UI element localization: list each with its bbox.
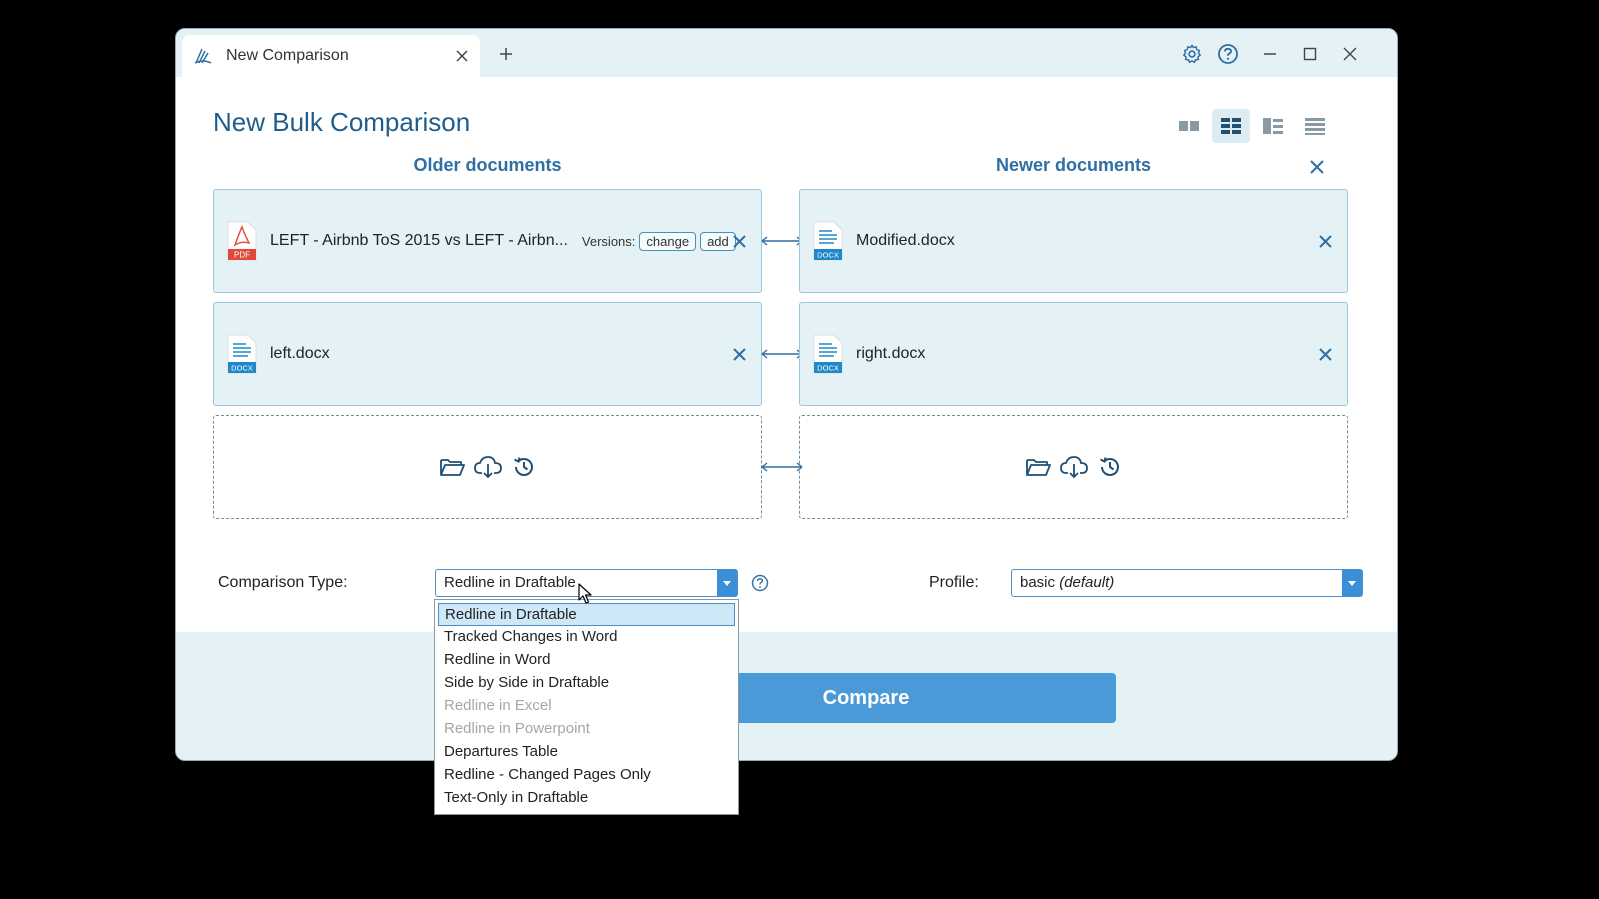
profile-select[interactable]: basic (default): [1011, 569, 1363, 597]
docx-file-type-label: DOCX: [231, 364, 253, 373]
older-document-name: left.docx: [270, 345, 330, 362]
history-icon[interactable]: [510, 453, 538, 481]
close-window-icon[interactable]: [1337, 41, 1363, 67]
dropdown-option[interactable]: Side by Side in Draftable: [438, 672, 735, 695]
newer-document-name: Modified.docx: [856, 232, 955, 249]
dropdown-option-disabled: Redline in Powerpoint: [444, 720, 590, 737]
close-tab-icon[interactable]: [450, 44, 474, 68]
pair-link-arrow-icon: [761, 462, 803, 472]
chevron-down-icon[interactable]: [1342, 570, 1362, 596]
tab-new-comparison[interactable]: New Comparison: [182, 35, 480, 77]
dropdown-option[interactable]: Redline - Changed Pages Only: [438, 764, 735, 787]
page-title: New Bulk Comparison: [213, 107, 471, 137]
newer-document-card[interactable]: DOCX right.docx: [799, 302, 1348, 406]
dropdown-option[interactable]: Redline in Draftable: [438, 603, 735, 626]
pdf-file-type-label: PDF: [234, 251, 250, 260]
new-tab-icon[interactable]: [494, 42, 518, 66]
maximize-icon[interactable]: [1297, 41, 1323, 67]
profile-value-suffix: (default): [1059, 574, 1115, 591]
minimize-icon[interactable]: [1257, 41, 1283, 67]
dropdown-option[interactable]: Text-Only in Draftable: [438, 787, 735, 810]
clear-all-close-icon[interactable]: [1304, 154, 1330, 180]
profile-value: basic: [1020, 574, 1056, 591]
pdf-file-icon: PDF: [227, 221, 257, 261]
docx-file-type-label: DOCX: [817, 251, 839, 260]
newer-document-card[interactable]: DOCX Modified.docx: [799, 189, 1348, 293]
older-documents-heading: Older documents: [413, 155, 562, 175]
view-side-by-side-icon[interactable]: [1170, 109, 1208, 143]
newer-document-name: right.docx: [856, 345, 926, 362]
newer-document-drop-zone[interactable]: [799, 415, 1348, 519]
comparison-type-help-icon[interactable]: [750, 573, 770, 593]
cloud-download-icon[interactable]: [473, 453, 502, 481]
help-icon[interactable]: [1215, 41, 1241, 67]
open-folder-icon[interactable]: [438, 453, 466, 481]
view-detail-list-icon[interactable]: [1254, 109, 1292, 143]
older-document-name: LEFT - Airbnb ToS 2015 vs LEFT - Airbn..…: [270, 232, 568, 249]
cloud-download-icon[interactable]: [1059, 453, 1088, 481]
dropdown-option-disabled: Redline in Excel: [444, 697, 552, 714]
comparison-type-label: Comparison Type:: [218, 574, 348, 591]
view-grid-icon[interactable]: [1212, 109, 1250, 143]
docx-file-type-label: DOCX: [817, 364, 839, 373]
pair-link-arrow-icon: [761, 236, 803, 246]
newer-documents-heading: Newer documents: [995, 155, 1152, 175]
comparison-type-value: Redline in Draftable: [444, 574, 576, 591]
remove-document-close-icon[interactable]: [727, 229, 751, 253]
docx-file-icon: DOCX: [813, 334, 843, 374]
dropdown-option[interactable]: Tracked Changes in Word: [438, 626, 735, 649]
older-document-drop-zone[interactable]: [213, 415, 762, 519]
title-bar: New Comparison: [176, 29, 1397, 77]
remove-document-close-icon[interactable]: [1313, 229, 1337, 253]
pair-link-arrow-icon: [761, 349, 803, 359]
older-document-card[interactable]: PDF LEFT - Airbnb ToS 2015 vs LEFT - Air…: [213, 189, 762, 293]
open-folder-icon[interactable]: [1024, 453, 1052, 481]
change-version-button[interactable]: change: [639, 231, 697, 251]
history-icon[interactable]: [1096, 453, 1124, 481]
remove-document-close-icon[interactable]: [727, 342, 751, 366]
draftable-logo-icon: [194, 48, 212, 64]
profile-label: Profile:: [929, 574, 979, 591]
mouse-cursor-icon: [578, 583, 592, 604]
tab-label: New Comparison: [226, 47, 349, 64]
older-document-card[interactable]: DOCX left.docx: [213, 302, 762, 406]
versions-label: Versions:: [581, 233, 636, 249]
dropdown-option[interactable]: Departures Table: [438, 741, 735, 764]
view-list-icon[interactable]: [1296, 109, 1334, 143]
comparison-type-dropdown-list: Redline in Draftable Tracked Changes in …: [434, 599, 739, 815]
remove-document-close-icon[interactable]: [1313, 342, 1337, 366]
settings-gear-icon[interactable]: [1179, 41, 1205, 67]
app-window: New Comparison New Bulk Comparison Older…: [175, 28, 1398, 761]
dropdown-option[interactable]: Redline in Word: [438, 649, 735, 672]
docx-file-icon: DOCX: [227, 334, 257, 374]
docx-file-icon: DOCX: [813, 221, 843, 261]
chevron-down-icon[interactable]: [717, 570, 737, 596]
